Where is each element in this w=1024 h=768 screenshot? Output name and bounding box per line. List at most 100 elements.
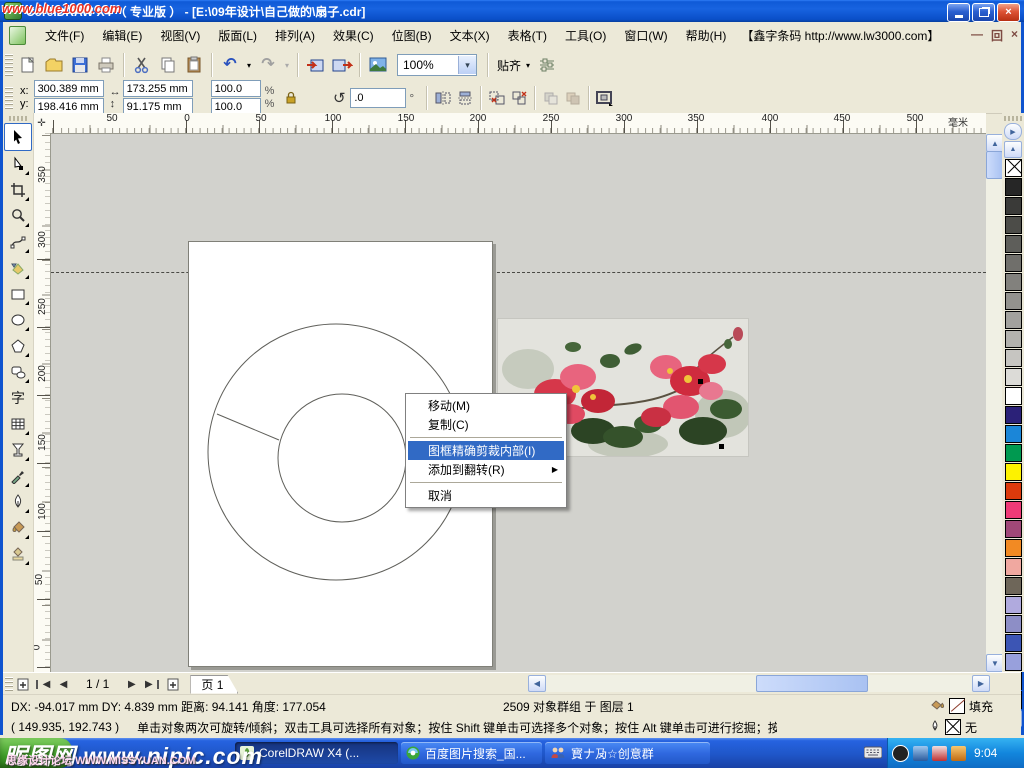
color-swatch[interactable] bbox=[1005, 387, 1022, 405]
shape-tool[interactable] bbox=[5, 151, 31, 177]
ruler-origin[interactable]: ✛ bbox=[33, 113, 51, 134]
freehand-tool[interactable] bbox=[5, 229, 31, 255]
menu-tools[interactable]: 工具(O) bbox=[556, 23, 615, 48]
doc-close-icon[interactable]: × bbox=[1011, 27, 1018, 44]
rectangle-tool[interactable] bbox=[5, 281, 31, 307]
toolbar-grip[interactable] bbox=[5, 54, 13, 76]
color-swatch[interactable] bbox=[1005, 330, 1022, 348]
horizontal-ruler[interactable]: 50 0 50 100 150 200 250 300 350 400 450 … bbox=[50, 113, 986, 134]
undo-dropdown[interactable]: ▾ bbox=[244, 53, 254, 77]
undo-button[interactable]: ↶ bbox=[218, 53, 242, 77]
network-tray-icon[interactable] bbox=[913, 746, 928, 761]
color-swatch[interactable] bbox=[1005, 368, 1022, 386]
color-swatch[interactable] bbox=[1005, 558, 1022, 576]
mirror-horizontal-button[interactable] bbox=[432, 87, 454, 109]
menu-window[interactable]: 窗口(W) bbox=[615, 23, 676, 48]
color-swatch[interactable] bbox=[1005, 444, 1022, 462]
color-swatch[interactable] bbox=[1005, 615, 1022, 633]
object-x-field[interactable]: 300.389 mm bbox=[34, 80, 104, 97]
context-menu-item-copy[interactable]: 复制(C) bbox=[408, 415, 564, 434]
color-swatch[interactable] bbox=[1005, 178, 1022, 196]
horizontal-scroll-thumb[interactable] bbox=[756, 675, 868, 692]
color-swatch[interactable] bbox=[1005, 634, 1022, 652]
combine-button[interactable] bbox=[540, 87, 562, 109]
crop-tool[interactable] bbox=[5, 177, 31, 203]
previous-page-button[interactable]: ◀ bbox=[55, 676, 72, 693]
vertical-scrollbar[interactable]: ▲ ▼ bbox=[986, 134, 1002, 672]
import-button[interactable] bbox=[304, 53, 328, 77]
options-button[interactable] bbox=[535, 53, 559, 77]
interactive-fill-tool[interactable] bbox=[5, 541, 31, 567]
minimize-button[interactable] bbox=[947, 3, 970, 22]
keyboard-layout-icon[interactable] bbox=[864, 745, 882, 762]
menu-arrange[interactable]: 排列(A) bbox=[266, 23, 324, 48]
selection-handle[interactable] bbox=[719, 444, 724, 449]
color-swatch[interactable] bbox=[1005, 197, 1022, 215]
first-page-button[interactable]: ◀ bbox=[36, 680, 55, 689]
save-button[interactable] bbox=[68, 53, 92, 77]
add-page-button-2[interactable] bbox=[165, 676, 182, 693]
color-swatch[interactable] bbox=[1005, 216, 1022, 234]
toolbar-grip[interactable] bbox=[5, 87, 13, 109]
app-tray-icon[interactable] bbox=[932, 746, 947, 761]
ellipse-tool[interactable] bbox=[5, 307, 31, 333]
color-swatch[interactable] bbox=[1005, 482, 1022, 500]
open-button[interactable] bbox=[42, 53, 66, 77]
horizontal-scrollbar[interactable]: ◀ ▶ bbox=[528, 675, 990, 692]
no-color-swatch[interactable] bbox=[1005, 159, 1022, 177]
dictionary-tray-icon[interactable] bbox=[951, 746, 966, 761]
color-swatch[interactable] bbox=[1005, 539, 1022, 557]
mirror-vertical-button[interactable] bbox=[454, 87, 476, 109]
color-swatch[interactable] bbox=[1005, 520, 1022, 538]
object-width-field[interactable]: 173.255 mm bbox=[123, 80, 193, 97]
palette-grip[interactable] bbox=[1004, 116, 1022, 121]
menu-edit[interactable]: 编辑(E) bbox=[93, 23, 151, 48]
redo-dropdown[interactable]: ▾ bbox=[282, 53, 292, 77]
color-swatch[interactable] bbox=[1005, 273, 1022, 291]
restore-button[interactable] bbox=[972, 3, 995, 22]
color-swatch[interactable] bbox=[1005, 235, 1022, 253]
add-page-button[interactable] bbox=[15, 676, 32, 693]
clock[interactable]: 9:04 bbox=[974, 746, 997, 760]
qq-tray-icon[interactable] bbox=[892, 745, 909, 762]
context-menu-item-add-rollover[interactable]: 添加到翻转(R) ▶ bbox=[408, 460, 564, 479]
context-menu-item-move[interactable]: 移动(M) bbox=[408, 396, 564, 415]
application-launcher-button[interactable] bbox=[366, 53, 390, 77]
cut-button[interactable] bbox=[130, 53, 154, 77]
color-swatch[interactable] bbox=[1005, 463, 1022, 481]
rotation-angle-field[interactable]: .0 bbox=[350, 88, 406, 108]
polygon-tool[interactable] bbox=[5, 333, 31, 359]
next-page-button[interactable]: ▶ bbox=[123, 676, 140, 693]
doc-minimize-icon[interactable]: — bbox=[971, 27, 983, 44]
context-menu-item-powerclip-inside[interactable]: 图框精确剪裁内部(I) bbox=[408, 441, 564, 460]
title-bar[interactable]: CorelDRAW X4 （ 专业版 ） - [E:\09年设计\自己做的\扇子… bbox=[0, 0, 1024, 22]
vendor-plugin-label[interactable]: 【鑫字条码 http://www.lw3000.com】 bbox=[735, 23, 945, 48]
scale-x-field[interactable]: 100.0 bbox=[211, 80, 261, 97]
paste-button[interactable] bbox=[182, 53, 206, 77]
page-tab-1[interactable]: 页 1 bbox=[190, 675, 238, 694]
color-swatch[interactable] bbox=[1005, 596, 1022, 614]
fill-color-swatch[interactable] bbox=[949, 698, 965, 714]
color-swatch[interactable] bbox=[1005, 406, 1022, 424]
weld-button[interactable] bbox=[562, 87, 584, 109]
snap-to-button[interactable]: 贴齐 ▾ bbox=[493, 57, 534, 74]
last-page-button[interactable]: ▶ bbox=[140, 680, 159, 689]
taskbar-button-qq-group[interactable]: 寳ナ夃☆创意群 bbox=[545, 742, 710, 764]
selection-handle[interactable] bbox=[698, 379, 703, 384]
ungroup-all-button[interactable] bbox=[508, 87, 530, 109]
redo-button[interactable]: ↷ bbox=[256, 53, 280, 77]
palette-flyout-button[interactable]: ▶ bbox=[1004, 123, 1022, 140]
convert-outline-button[interactable] bbox=[594, 87, 616, 109]
color-swatch[interactable] bbox=[1005, 254, 1022, 272]
outline-color-swatch[interactable] bbox=[945, 719, 961, 735]
pick-tool[interactable] bbox=[4, 123, 32, 151]
color-swatch[interactable] bbox=[1005, 653, 1022, 671]
taskbar-button-baidu[interactable]: 百度图片搜索_国... bbox=[401, 742, 542, 764]
menu-layout[interactable]: 版面(L) bbox=[209, 23, 266, 48]
context-menu-item-cancel[interactable]: 取消 bbox=[408, 486, 564, 505]
drawing-canvas[interactable]: 移动(M) 复制(C) 图框精确剪裁内部(I) 添加到翻转(R) ▶ 取消 bbox=[51, 134, 986, 672]
new-document-button[interactable] bbox=[16, 53, 40, 77]
zoom-level-combobox[interactable]: 100% ▾ bbox=[397, 54, 477, 76]
vertical-ruler[interactable]: 350 300 250 200 150 100 50 0 bbox=[33, 133, 51, 672]
lock-ratio-button[interactable] bbox=[280, 87, 302, 109]
